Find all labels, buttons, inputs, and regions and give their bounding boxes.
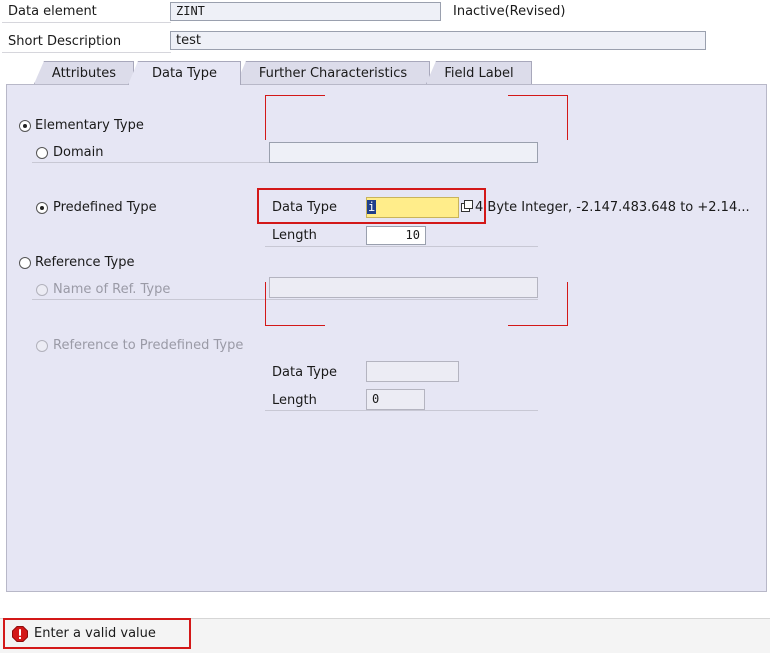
guide-bottom-left-v bbox=[265, 282, 266, 326]
tab-data-type[interactable]: Data Type bbox=[128, 61, 241, 85]
short-description-field[interactable]: test bbox=[170, 31, 706, 50]
domain-field[interactable] bbox=[269, 142, 538, 163]
ref-length-label: Length bbox=[272, 393, 317, 408]
elementary-type-label: Elementary Type bbox=[35, 118, 144, 133]
data-element-label: Data element bbox=[2, 2, 171, 23]
guide-top-right-v bbox=[567, 95, 568, 140]
ref-type-underline bbox=[32, 299, 538, 300]
reference-to-predefined-type-label: Reference to Predefined Type bbox=[53, 338, 244, 353]
domain-label: Domain bbox=[53, 145, 104, 160]
tab-further-characteristics[interactable]: Further Characteristics bbox=[236, 61, 430, 84]
length-input[interactable]: 10 bbox=[366, 226, 426, 245]
ref-data-type-label: Data Type bbox=[272, 365, 338, 380]
guide-bottom-right-h bbox=[508, 325, 568, 326]
name-of-ref-type-label: Name of Ref. Type bbox=[53, 282, 171, 297]
predefined-type-label: Predefined Type bbox=[53, 200, 157, 215]
tab-attributes[interactable]: Attributes bbox=[34, 61, 134, 84]
guide-top-left-v bbox=[265, 95, 266, 140]
guide-top-left-h bbox=[265, 95, 325, 96]
ref-data-type-field[interactable] bbox=[366, 361, 459, 382]
ref-predefined-underline bbox=[265, 410, 538, 411]
predefined-underline bbox=[265, 246, 538, 247]
data-type-highlight bbox=[257, 188, 486, 224]
length-label: Length bbox=[272, 228, 317, 243]
tab-field-label[interactable]: Field Label bbox=[426, 61, 532, 84]
predefined-type-radio[interactable] bbox=[36, 202, 48, 214]
data-type-description: 4 Byte Integer, -2.147.483.648 to +2.14.… bbox=[475, 200, 750, 216]
data-element-field[interactable]: ZINT bbox=[170, 2, 441, 21]
ref-length-field[interactable]: 0 bbox=[366, 389, 425, 410]
domain-radio[interactable] bbox=[36, 147, 48, 159]
elementary-type-radio[interactable] bbox=[19, 120, 31, 132]
guide-bottom-right-v bbox=[567, 282, 568, 326]
status-message-highlight bbox=[3, 618, 191, 649]
guide-top-right-h bbox=[508, 95, 568, 96]
name-of-ref-type-field[interactable] bbox=[269, 277, 538, 298]
short-description-label: Short Description bbox=[2, 32, 171, 53]
status-text: Inactive(Revised) bbox=[453, 4, 566, 19]
reference-type-label: Reference Type bbox=[35, 255, 135, 270]
guide-bottom-left-h bbox=[265, 325, 325, 326]
reference-to-predefined-type-radio[interactable] bbox=[36, 340, 48, 352]
name-of-ref-type-radio[interactable] bbox=[36, 284, 48, 296]
reference-type-radio[interactable] bbox=[19, 257, 31, 269]
